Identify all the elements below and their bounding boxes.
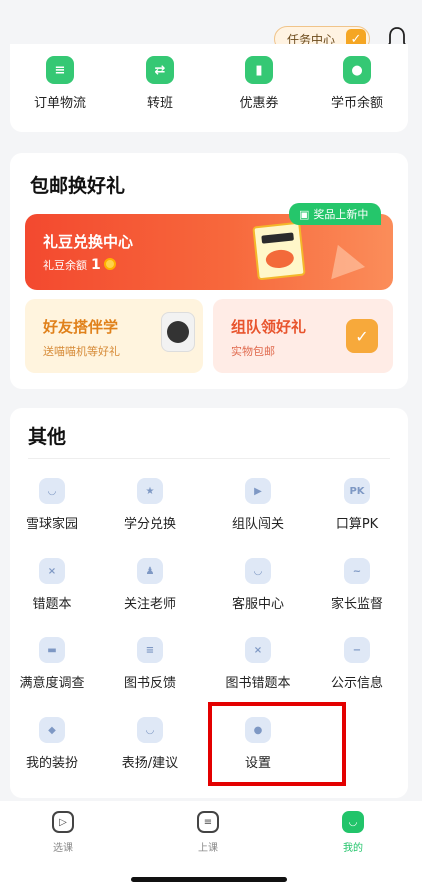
- public-info-label: 公示信息: [330, 676, 383, 691]
- gifts-card: 包邮换好礼 礼豆兑换中心 礼豆余额 1 好友搭伴学 送喵喵机等好礼 组队领好礼 实…: [10, 153, 408, 389]
- mental-math-pk-label: 口算PK: [335, 517, 379, 532]
- book-wrong-questions-item[interactable]: × 图书错题本: [208, 637, 308, 691]
- nav-class[interactable]: ≡ 上课: [178, 811, 238, 854]
- wrong-questions-item[interactable]: × 错题本: [2, 558, 102, 612]
- banner-title: 礼豆兑换中心: [43, 233, 134, 251]
- order-logistics-item[interactable]: ≡ 订单物流: [10, 56, 110, 111]
- order-logistics-label: 订单物流: [33, 96, 86, 111]
- new-prizes-label: 奖品上新中: [313, 208, 369, 221]
- credit-exchange-icon: ★: [137, 478, 163, 504]
- snowball-home-icon: ◡: [39, 478, 65, 504]
- coupon-label: 优惠券: [239, 96, 279, 111]
- order-icon: ≡: [46, 56, 74, 84]
- follow-teacher-item[interactable]: ♟ 关注老师: [100, 558, 200, 612]
- survey-label: 满意度调查: [19, 676, 85, 691]
- book-wrong-questions-icon: ×: [245, 637, 271, 663]
- wrong-questions-icon: ×: [39, 558, 65, 584]
- transfer-icon: ⇄: [146, 56, 174, 84]
- team-gift-card[interactable]: 组队领好礼 实物包邮 ✓: [213, 299, 393, 373]
- mental-math-pk-icon: PK: [344, 478, 370, 504]
- nav-course-select[interactable]: ▷ 选课: [33, 811, 93, 854]
- public-info-item[interactable]: − 公示信息: [307, 637, 407, 691]
- customer-service-icon: ◡: [245, 558, 271, 584]
- gifts-title: 包邮换好礼: [30, 175, 126, 197]
- nav-profile[interactable]: ◡ 我的: [323, 811, 383, 854]
- nav-class-label: 上课: [198, 843, 218, 854]
- book-feedback-label: 图书反馈: [123, 676, 176, 691]
- other-title: 其他: [28, 426, 67, 448]
- printer-illustration-icon: [161, 312, 195, 352]
- nav-course-select-label: 选课: [53, 843, 73, 854]
- mental-math-pk-item[interactable]: PK 口算PK: [307, 478, 407, 532]
- divider: [28, 458, 390, 459]
- transfer-class-label: 转班: [146, 96, 173, 111]
- my-outfit-item[interactable]: ◆ 我的装扮: [2, 717, 102, 771]
- parent-monitor-label: 家长监督: [330, 597, 383, 612]
- snowball-home-item[interactable]: ◡ 雪球家园: [2, 478, 102, 532]
- banner-balance: 礼豆余额 1: [43, 257, 116, 273]
- praise-suggest-icon: ◡: [137, 717, 163, 743]
- gift-bean-icon: [103, 258, 116, 270]
- my-outfit-icon: ◆: [39, 717, 65, 743]
- home-indicator[interactable]: [131, 877, 287, 882]
- nav-profile-label: 我的: [343, 843, 363, 854]
- credit-exchange-label: 学分兑换: [123, 517, 176, 532]
- gift-exchange-banner[interactable]: 礼豆兑换中心 礼豆余额 1: [25, 214, 393, 290]
- coin-balance-icon: ●: [343, 56, 371, 84]
- customer-service-label: 客服中心: [231, 597, 284, 612]
- friend-study-title: 好友搭伴学: [43, 318, 119, 336]
- parent-monitor-item[interactable]: ~ 家长监督: [307, 558, 407, 612]
- book-illustration-icon: [252, 221, 306, 281]
- credit-exchange-item[interactable]: ★ 学分兑换: [100, 478, 200, 532]
- gift-icon: ▣: [299, 207, 310, 221]
- class-icon: ≡: [197, 811, 219, 833]
- team-challenge-icon: ▶: [245, 478, 271, 504]
- balance-value: 1: [91, 257, 101, 273]
- parent-monitor-icon: ~: [344, 558, 370, 584]
- team-gift-title: 组队领好礼: [231, 318, 307, 336]
- friend-study-subtitle: 送喵喵机等好礼: [43, 345, 120, 358]
- wrong-questions-label: 错题本: [32, 597, 72, 612]
- clipboard-check-icon: ✓: [346, 319, 378, 353]
- survey-icon: ▬: [39, 637, 65, 663]
- public-info-icon: −: [344, 637, 370, 663]
- decor-shape: [320, 238, 366, 280]
- praise-suggest-item[interactable]: ◡ 表扬/建议: [100, 717, 200, 771]
- transfer-class-item[interactable]: ⇄ 转班: [110, 56, 210, 111]
- coin-balance-item[interactable]: ● 学币余额: [307, 56, 407, 111]
- follow-teacher-label: 关注老师: [123, 597, 176, 612]
- account-card: ≡ 订单物流 ⇄ 转班 ▮ 优惠券 ● 学币余额: [10, 44, 408, 132]
- profile-icon: ◡: [342, 811, 364, 833]
- team-challenge-item[interactable]: ▶ 组队闯关: [208, 478, 308, 532]
- praise-suggest-label: 表扬/建议: [121, 756, 179, 771]
- team-gift-subtitle: 实物包邮: [231, 345, 275, 358]
- balance-label: 礼豆余额: [43, 259, 87, 272]
- book-wrong-questions-label: 图书错题本: [225, 676, 291, 691]
- coupon-item[interactable]: ▮ 优惠券: [209, 56, 309, 111]
- book-feedback-item[interactable]: ≡ 图书反馈: [100, 637, 200, 691]
- snowball-home-label: 雪球家园: [25, 517, 78, 532]
- team-challenge-label: 组队闯关: [231, 517, 284, 532]
- new-prizes-badge: ▣ 奖品上新中: [289, 203, 381, 225]
- customer-service-item[interactable]: ◡ 客服中心: [208, 558, 308, 612]
- course-select-icon: ▷: [52, 811, 74, 833]
- follow-teacher-icon: ♟: [137, 558, 163, 584]
- coupon-icon: ▮: [245, 56, 273, 84]
- book-feedback-icon: ≡: [137, 637, 163, 663]
- survey-item[interactable]: ▬ 满意度调查: [2, 637, 102, 691]
- my-outfit-label: 我的装扮: [25, 756, 78, 771]
- friend-study-card[interactable]: 好友搭伴学 送喵喵机等好礼: [25, 299, 203, 373]
- settings-highlight-box: [208, 702, 346, 786]
- coin-balance-label: 学币余额: [330, 96, 383, 111]
